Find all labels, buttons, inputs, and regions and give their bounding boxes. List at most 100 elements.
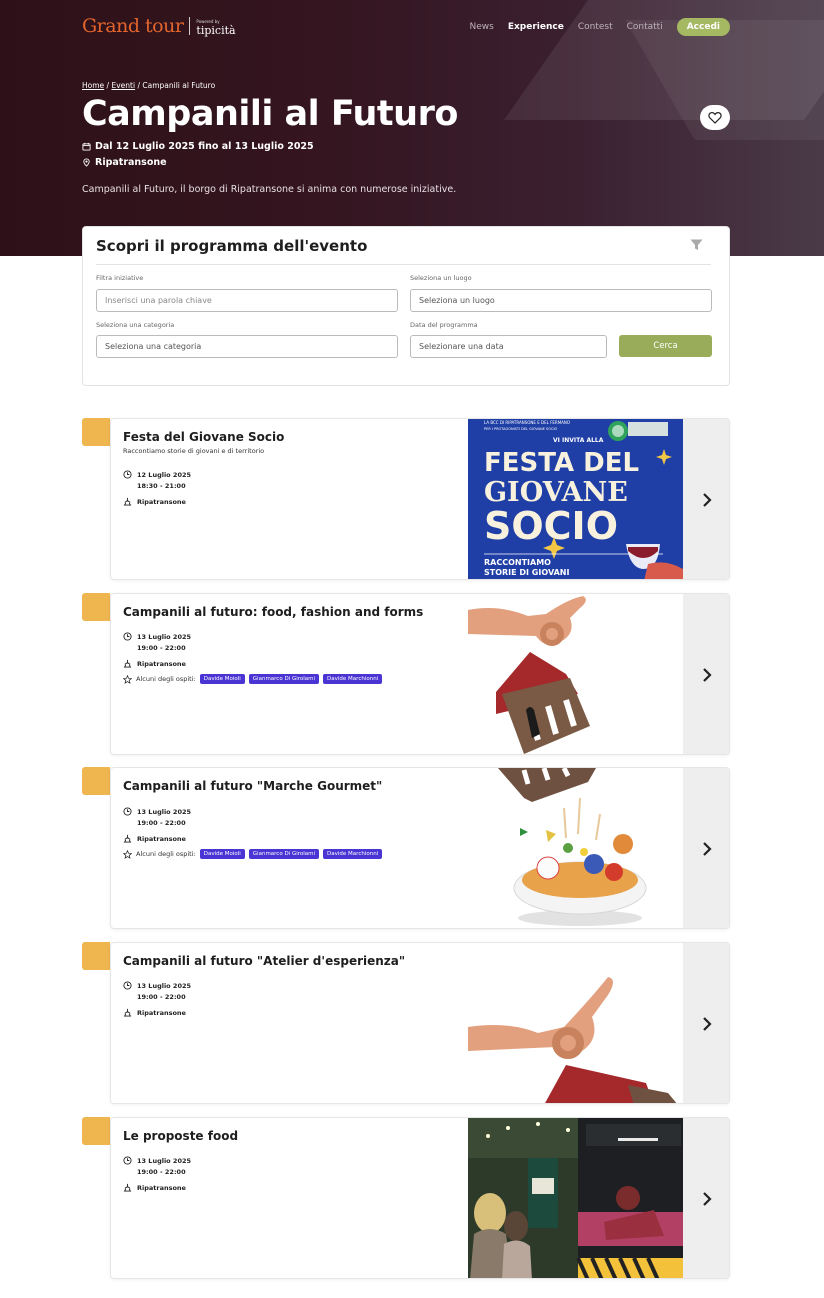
nav-contatti[interactable]: Contatti: [627, 22, 663, 32]
chevron-right-icon: [703, 1017, 712, 1031]
event-image[interactable]: [468, 943, 683, 1103]
event-card-body[interactable]: Campanili al futuro "Atelier d'esperienz…: [110, 942, 730, 1104]
poster-invite: VI INVITA ALLA: [553, 437, 604, 444]
gourmet-plate-image: [468, 768, 683, 928]
event-datetime: 13 Luglio 2025 19:00 - 22:00: [123, 632, 191, 654]
event-card-body[interactable]: Le proposte food 13 Luglio 2025 19:00 - 2…: [110, 1117, 730, 1279]
event-image[interactable]: LA BCC DI RIPATRANSONE E DEL FERMANO PER…: [468, 419, 683, 579]
event-time: 19:00 - 22:00: [137, 644, 186, 652]
event-title[interactable]: Campanili al futuro "Atelier d'esperienz…: [123, 954, 405, 968]
event-location: Ripatransone: [82, 157, 167, 168]
event-datetime: 12 Luglio 2025 18:30 - 21:00: [123, 470, 191, 492]
event-card[interactable]: Campanili al futuro "Marche Gourmet" 13 …: [82, 767, 730, 929]
event-image[interactable]: [468, 768, 683, 928]
nav-experience[interactable]: Experience: [508, 22, 564, 32]
breadcrumb: Home / Eventi / Campanili al Futuro: [82, 81, 215, 90]
guest-chip[interactable]: Gianmarco Di Girolami: [248, 849, 320, 859]
chevron-right-icon: [703, 668, 712, 682]
event-card[interactable]: Campanili al futuro "Atelier d'esperienz…: [82, 942, 730, 1104]
chevron-right-icon: [703, 842, 712, 856]
logo-brand: tipicità: [196, 24, 236, 37]
event-card-body[interactable]: Campanili al futuro "Marche Gourmet" 13 …: [110, 767, 730, 929]
login-button[interactable]: Accedi: [676, 18, 730, 36]
site-logo[interactable]: Grand tour Powered by tipicità: [82, 12, 236, 40]
place-label: Seleziona un luogo: [410, 274, 472, 282]
guest-chip[interactable]: Davide Moioli: [199, 674, 245, 684]
breadcrumb-events[interactable]: Eventi: [111, 81, 135, 90]
event-date: 13 Luglio 2025: [137, 982, 192, 990]
keyword-label: Filtra iniziative: [96, 274, 144, 282]
event-subtitle: Raccontiamo storie di giovani e di terri…: [123, 447, 265, 455]
event-date: 13 Luglio 2025: [137, 808, 192, 816]
guest-chip[interactable]: Davide Moioli: [199, 849, 245, 859]
event-image[interactable]: [468, 594, 683, 754]
breadcrumb-home[interactable]: Home: [82, 81, 104, 90]
poster-top-line-2: PER I PROTAGONISTI DEL GIOVANE SOCIO: [484, 427, 557, 431]
search-button[interactable]: Cerca: [619, 335, 712, 357]
event-description: Campanili al Futuro, il borgo di Ripatra…: [82, 184, 457, 195]
guest-chip[interactable]: Davide Marchionni: [323, 849, 383, 859]
star-icon: [123, 674, 132, 684]
event-card-body[interactable]: Festa del Giovane Socio Raccontiamo stor…: [110, 418, 730, 580]
guests-label: Alcuni degli ospiti:: [136, 850, 196, 858]
category-select[interactable]: Seleziona una categoria: [96, 335, 398, 358]
nav-contest[interactable]: Contest: [578, 22, 613, 32]
event-title[interactable]: Campanili al futuro: food, fashion and f…: [123, 605, 423, 619]
clock-icon: [123, 807, 132, 816]
venue-icon: [123, 834, 132, 843]
event-place: Ripatransone: [123, 1008, 186, 1019]
event-place-text: Ripatransone: [137, 835, 186, 843]
event-card[interactable]: Le proposte food 13 Luglio 2025 19:00 - 2…: [82, 1117, 730, 1279]
date-input[interactable]: Selezionare una data: [410, 335, 607, 358]
poster-top-line: LA BCC DI RIPATRANSONE E DEL FERMANO: [484, 420, 570, 425]
main-nav: News Experience Contest Contatti Accedi: [470, 18, 730, 36]
logo-text: Grand tour: [82, 15, 184, 37]
guest-chip[interactable]: Davide Marchionni: [323, 674, 383, 684]
event-title[interactable]: Le proposte food: [123, 1129, 238, 1143]
event-date: 12 Luglio 2025: [137, 471, 192, 479]
guest-chip[interactable]: Gianmarco Di Girolami: [248, 674, 320, 684]
keyword-input[interactable]: Inserisci una parola chiave: [96, 289, 398, 312]
event-place: Ripatransone: [123, 497, 186, 508]
event-guests: Alcuni degli ospiti: Davide Moioli Gianm…: [123, 674, 383, 684]
event-card[interactable]: Campanili al futuro: food, fashion and f…: [82, 593, 730, 755]
poster-line-3: SOCIO: [484, 504, 618, 548]
event-image[interactable]: [468, 1118, 683, 1278]
event-title[interactable]: Campanili al futuro "Marche Gourmet": [123, 779, 382, 793]
event-place: Ripatransone: [123, 1183, 186, 1194]
open-event-button[interactable]: [683, 594, 729, 754]
open-event-button[interactable]: [683, 1118, 729, 1278]
breadcrumb-current: Campanili al Futuro: [142, 81, 216, 90]
filter-icon[interactable]: [690, 239, 703, 251]
venue-icon: [123, 1183, 132, 1192]
venue-icon: [123, 1008, 132, 1017]
location-pin-icon: [83, 158, 90, 167]
card-tab: [82, 593, 110, 621]
event-card[interactable]: Festa del Giovane Socio Raccontiamo stor…: [82, 418, 730, 580]
place-select[interactable]: Seleziona un luogo: [410, 289, 712, 312]
divider: [96, 264, 711, 265]
open-event-button[interactable]: [683, 768, 729, 928]
calendar-icon: [82, 142, 91, 151]
favorite-button[interactable]: [700, 105, 730, 130]
clock-icon: [123, 632, 132, 641]
category-label: Seleziona una categoria: [96, 321, 175, 329]
event-place: Ripatransone: [123, 659, 186, 670]
festa-poster-image: LA BCC DI RIPATRANSONE E DEL FERMANO PER…: [468, 419, 683, 579]
hand-bell-tower-image: [468, 594, 683, 754]
clock-icon: [123, 1156, 132, 1165]
nav-news[interactable]: News: [470, 22, 494, 32]
event-datetime: 13 Luglio 2025 19:00 - 22:00: [123, 981, 191, 1003]
card-tab: [82, 1117, 110, 1145]
event-card-body[interactable]: Campanili al futuro: food, fashion and f…: [110, 593, 730, 755]
chevron-right-icon: [703, 493, 712, 507]
event-date: 13 Luglio 2025: [137, 633, 192, 641]
poster-bottom-2: STORIE DI GIOVANI: [484, 568, 569, 577]
open-event-button[interactable]: [683, 419, 729, 579]
clock-icon: [123, 981, 132, 990]
event-title[interactable]: Festa del Giovane Socio: [123, 430, 284, 444]
food-truck-photo: [468, 1118, 683, 1278]
card-tab: [82, 942, 110, 970]
open-event-button[interactable]: [683, 943, 729, 1103]
logo-divider: [189, 17, 191, 35]
